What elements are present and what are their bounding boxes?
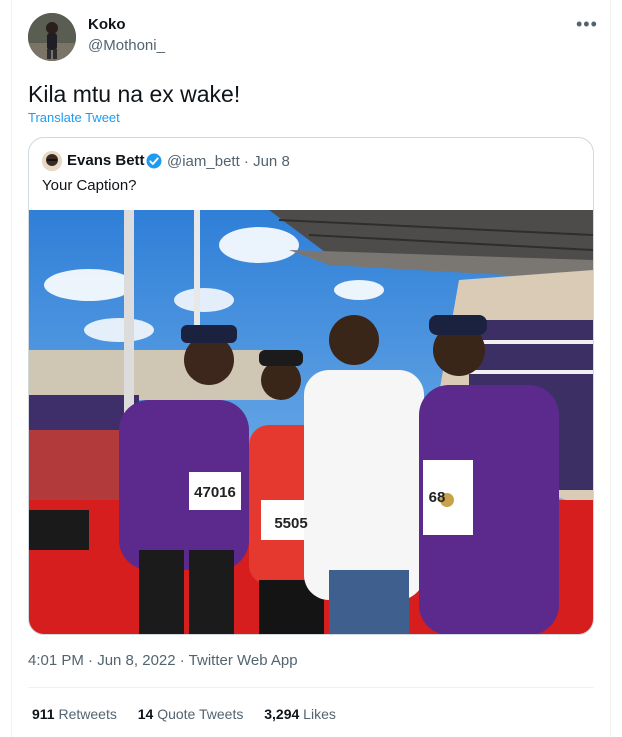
bib-number-2: 5505 bbox=[274, 515, 307, 532]
likes-label: Likes bbox=[303, 706, 336, 722]
author-avatar[interactable] bbox=[28, 13, 76, 61]
likes-stat[interactable]: 3,294 Likes bbox=[264, 706, 336, 722]
bib-number-3: 68 bbox=[429, 489, 446, 506]
retweets-stat[interactable]: 911 Retweets bbox=[32, 706, 117, 722]
bib-number-1: 47016 bbox=[194, 484, 236, 501]
stats-divider bbox=[28, 687, 594, 688]
tweet-stats: 911 Retweets 14 Quote Tweets 3,294 Likes bbox=[32, 706, 353, 722]
translate-tweet-link[interactable]: Translate Tweet bbox=[28, 110, 120, 125]
quoted-tweet-meta[interactable]: @iam_bett · Jun 8 bbox=[167, 153, 290, 170]
quoted-author-avatar[interactable] bbox=[42, 151, 62, 171]
retweets-count: 911 bbox=[32, 706, 55, 722]
tweet-text: Kila mtu na ex wake! bbox=[28, 81, 241, 107]
quote-tweets-count: 14 bbox=[137, 706, 154, 722]
author-handle[interactable]: @Mothoni_ bbox=[88, 37, 165, 54]
tweet-timestamp[interactable]: 4:01 PM · Jun 8, 2022 · Twitter Web App bbox=[28, 652, 298, 669]
quote-tweets-stat[interactable]: 14 Quote Tweets bbox=[138, 706, 244, 722]
quoted-author-name[interactable]: Evans Bett bbox=[67, 152, 145, 169]
verified-badge-icon bbox=[146, 153, 162, 169]
more-options-icon[interactable]: ••• bbox=[576, 14, 598, 35]
quoted-tweet-card[interactable]: Evans Bett @iam_bett · Jun 8 Your Captio… bbox=[28, 137, 594, 635]
likes-count: 3,294 bbox=[264, 706, 300, 722]
quote-tweets-label: Quote Tweets bbox=[157, 706, 244, 722]
quoted-tweet-photo[interactable]: 47016 5505 68 bbox=[29, 210, 593, 635]
author-display-name[interactable]: Koko bbox=[88, 16, 126, 33]
retweets-label: Retweets bbox=[58, 706, 117, 722]
quoted-tweet-text: Your Caption? bbox=[42, 177, 137, 194]
